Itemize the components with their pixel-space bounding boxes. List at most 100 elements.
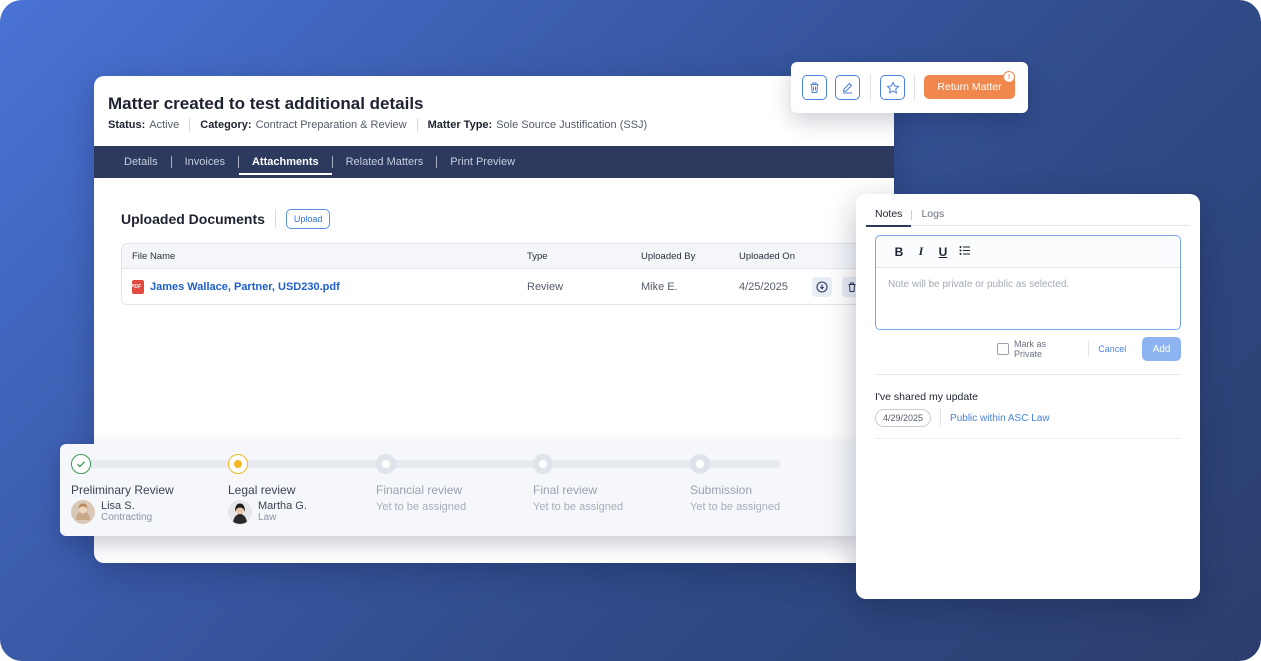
column-type: Type (527, 250, 548, 262)
step-assignment-note: Yet to be assigned (376, 501, 467, 513)
note-entry-meta: 4/29/2025 Public within ASC Law (875, 409, 1050, 427)
documents-divider (274, 210, 276, 228)
step-financial-review: Financial review Yet to be assigned (376, 454, 526, 513)
favorite-button[interactable] (880, 75, 905, 100)
page-title: Matter created to test additional detail… (108, 94, 424, 113)
avatar (228, 500, 252, 524)
matter-type-meta: Matter Type: Sole Source Justification (… (428, 119, 648, 131)
table-header: File Name Type Uploaded By Uploaded On (122, 244, 880, 269)
file-link[interactable]: James Wallace, Partner, USD230.pdf (150, 281, 340, 293)
documents-header: Uploaded Documents Upload (121, 209, 331, 229)
add-note-button[interactable]: Add (1142, 337, 1182, 361)
meta-divider (189, 118, 191, 132)
step-legal-review: Legal review Martha G. Law (228, 454, 378, 524)
tab-notes[interactable]: Notes (866, 204, 912, 227)
step-final-review: Final review Yet to be assigned (533, 454, 683, 513)
step-label: Preliminary Review (71, 483, 174, 497)
star-icon (885, 80, 900, 94)
assignee-text: Martha G. Law (258, 500, 307, 524)
column-file-name: File Name (132, 250, 176, 262)
matter-type-key: Matter Type: (427, 119, 493, 131)
step-submission: Submission Yet to be assigned (690, 454, 840, 513)
download-button[interactable] (812, 277, 832, 297)
delete-matter-button[interactable] (802, 75, 827, 100)
tab-details[interactable]: Details (111, 146, 171, 178)
status-value: Active (149, 119, 180, 131)
documents-table: File Name Type Uploaded By Uploaded On J… (121, 243, 881, 305)
step-label: Submission (690, 483, 753, 497)
underline-button[interactable]: U (932, 245, 954, 259)
tab-related-matters[interactable]: Related Matters (333, 146, 437, 178)
step-preliminary-review: Preliminary Review Lisa S. Contracting (71, 454, 221, 524)
italic-button[interactable]: I (910, 244, 932, 259)
tab-print-preview[interactable]: Print Preview (437, 146, 528, 178)
workflow-stepper: Preliminary Review Lisa S. Contracting L… (60, 444, 860, 536)
edit-icon (842, 82, 853, 94)
notes-tabs: Notes Logs (866, 204, 1190, 227)
toolbar-divider (870, 74, 871, 101)
note-visibility: Public within ASC Law (950, 412, 1050, 424)
toolbar-divider (914, 74, 915, 101)
download-icon (816, 281, 828, 293)
step-done-indicator (71, 454, 91, 474)
documents-title: Uploaded Documents (121, 211, 265, 227)
matter-meta: Status: Active Category: Contract Prepar… (108, 118, 647, 132)
file-cell: James Wallace, Partner, USD230.pdf (131, 269, 340, 304)
upload-button[interactable]: Upload (285, 209, 331, 229)
category-meta: Category: Contract Preparation & Review (200, 119, 406, 131)
tab-attachments[interactable]: Attachments (238, 146, 332, 178)
pdf-file-icon (131, 280, 144, 294)
info-badge-icon: ! (1003, 71, 1015, 83)
tab-logs[interactable]: Logs (912, 204, 953, 226)
uploaded-by-cell: Mike E. (641, 281, 678, 293)
edit-matter-button[interactable] (835, 75, 860, 100)
assignee-text: Lisa S. Contracting (101, 500, 153, 524)
step-pending-indicator (376, 454, 396, 474)
column-uploaded-on: Uploaded On (739, 250, 795, 262)
cancel-button[interactable]: Cancel (1098, 344, 1126, 354)
step-pending-indicator (533, 454, 553, 474)
notes-divider (875, 374, 1181, 375)
step-assignment-note: Yet to be assigned (690, 501, 781, 513)
step-label: Legal review (228, 483, 296, 497)
category-key: Category: (200, 119, 252, 131)
type-cell: Review (527, 281, 564, 293)
step-assignment-note: Yet to be assigned (533, 501, 624, 513)
step-assignee: Lisa S. Contracting (71, 500, 221, 524)
meta-divider (416, 118, 418, 132)
assignee-role: Law (258, 512, 277, 523)
meta-divider (940, 409, 942, 427)
note-input[interactable]: Note will be private or public as select… (876, 268, 1180, 301)
status-key: Status: (108, 119, 146, 131)
note-editor[interactable]: B I U Note will be private or public as … (875, 235, 1181, 330)
assignee-name: Lisa S. (101, 500, 135, 512)
tab-invoices[interactable]: Invoices (172, 146, 238, 178)
step-label: Final review (533, 483, 598, 497)
bold-button[interactable]: B (888, 245, 910, 259)
matter-toolbar: Return Matter ! (791, 62, 1028, 113)
table-row: James Wallace, Partner, USD230.pdf Revie… (122, 269, 880, 304)
notes-divider (875, 438, 1181, 439)
step-current-indicator (228, 454, 248, 474)
column-uploaded-by: Uploaded By (641, 250, 696, 262)
status-meta: Status: Active (108, 119, 179, 131)
bullet-list-icon (959, 245, 970, 255)
matter-type-value: Sole Source Justification (SSJ) (496, 119, 648, 131)
actions-divider (1088, 341, 1090, 357)
editor-toolbar: B I U (876, 236, 1180, 268)
avatar (71, 500, 95, 524)
trash-icon (810, 82, 819, 93)
list-button[interactable] (954, 245, 976, 259)
background-stage: Matter created to test additional detail… (0, 0, 1261, 661)
assignee-name: Martha G. (258, 500, 307, 512)
mark-private-label: Mark as Private (1013, 339, 1046, 359)
note-date-badge: 4/29/2025 (875, 409, 932, 427)
check-icon (77, 461, 85, 468)
step-assignee: Martha G. Law (228, 500, 378, 524)
note-entry-text: I've shared my update (875, 391, 978, 403)
return-matter-button[interactable]: Return Matter (924, 75, 1015, 99)
note-actions: Mark as Private Cancel Add (997, 337, 1182, 361)
category-value: Contract Preparation & Review (255, 119, 407, 131)
mark-private-checkbox[interactable] (997, 343, 1009, 355)
assignee-role: Contracting (101, 512, 153, 523)
